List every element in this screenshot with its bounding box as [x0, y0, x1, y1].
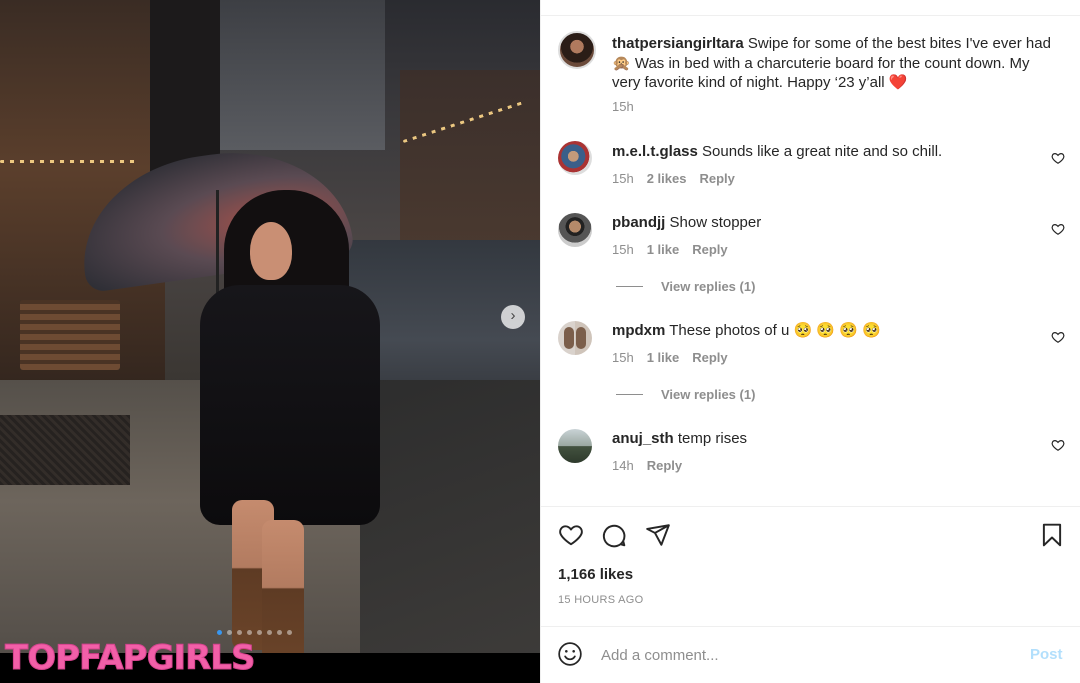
comment-username[interactable]: pbandjj: [612, 214, 665, 231]
heart-icon[interactable]: [1051, 222, 1065, 236]
photo-sky: [215, 0, 385, 150]
comment-time[interactable]: 14h: [612, 458, 634, 473]
comment: pbandjj Show stopper: [612, 213, 1052, 233]
carousel-indicator: [217, 630, 292, 635]
next-photo-button[interactable]: ›: [501, 305, 525, 329]
photo-face: [250, 222, 292, 280]
post-caption: thatpersiangirltara Swipe for some of th…: [612, 34, 1052, 93]
view-replies-button[interactable]: View replies (1): [616, 279, 755, 294]
carousel-dot: [267, 630, 272, 635]
watermark-text: TOPFAPGIRLS: [4, 638, 255, 679]
carousel-dot: [257, 630, 262, 635]
comment: mpdxm These photos of u 🥺 🥺 🥺 🥺: [612, 321, 1052, 341]
view-replies-label[interactable]: View replies (1): [661, 387, 755, 402]
emoji-icon[interactable]: [557, 641, 583, 667]
comment-icon[interactable]: [601, 522, 627, 548]
comment-text: Sounds like a great nite and so chill.: [702, 143, 943, 160]
carousel-dot: [277, 630, 282, 635]
comment-input[interactable]: [601, 643, 1001, 667]
view-replies-label[interactable]: View replies (1): [661, 279, 755, 294]
photo-leg: [262, 520, 304, 670]
comment-time[interactable]: 15h: [612, 171, 634, 186]
chevron-right-icon: ›: [510, 307, 516, 324]
heart-icon[interactable]: [1051, 438, 1065, 452]
avatar[interactable]: [558, 213, 592, 247]
reply-button[interactable]: Reply: [699, 171, 734, 186]
view-replies-line: [616, 394, 643, 395]
view-replies-button[interactable]: View replies (1): [616, 387, 755, 402]
send-icon[interactable]: [645, 522, 671, 548]
comment-text: These photos of u 🥺 🥺 🥺 🥺: [669, 322, 881, 339]
actions-divider: [541, 506, 1080, 507]
caption-username[interactable]: thatpersiangirltara: [612, 35, 744, 52]
comment: anuj_sth temp rises: [612, 429, 1052, 449]
comment-text: Show stopper: [669, 214, 762, 231]
carousel-dot: [287, 630, 292, 635]
photo-dress: [200, 285, 380, 525]
like-count[interactable]: 1,166 likes: [558, 566, 633, 583]
reply-button[interactable]: Reply: [692, 242, 727, 257]
photo-mat: [0, 415, 130, 485]
reply-button[interactable]: Reply: [647, 458, 682, 473]
comment-time[interactable]: 15h: [612, 242, 634, 257]
reply-button[interactable]: Reply: [692, 350, 727, 365]
carousel-dot: [217, 630, 222, 635]
carousel-dot: [237, 630, 242, 635]
comment-meta: 15h 2 likes Reply: [612, 171, 735, 186]
post-timestamp[interactable]: 15 HOURS AGO: [558, 594, 644, 606]
heart-icon[interactable]: [1051, 151, 1065, 165]
view-replies-line: [616, 286, 643, 287]
bookmark-icon[interactable]: [1039, 522, 1065, 548]
comment: m.e.l.t.glass Sounds like a great nite a…: [612, 142, 1052, 162]
comment-likes[interactable]: 1 like: [647, 242, 680, 257]
carousel-dot: [247, 630, 252, 635]
instagram-post: › TOPFAPGIRLS thatpersiangirltara Swipe …: [0, 0, 1080, 683]
post-comment-button[interactable]: Post: [1030, 646, 1063, 663]
string-lights: [0, 160, 140, 163]
carousel-dot: [227, 630, 232, 635]
post-sidebar: thatpersiangirltara Swipe for some of th…: [540, 0, 1080, 683]
avatar[interactable]: [558, 429, 592, 463]
avatar[interactable]: [558, 321, 592, 355]
comment-username[interactable]: m.e.l.t.glass: [612, 143, 698, 160]
comment-meta: 15h 1 like Reply: [612, 350, 728, 365]
heart-icon[interactable]: [558, 522, 584, 548]
header-divider: [541, 15, 1080, 16]
comment-username[interactable]: mpdxm: [612, 322, 665, 339]
avatar[interactable]: [558, 31, 596, 69]
comment-time[interactable]: 15h: [612, 350, 634, 365]
caption-meta: 15h: [612, 99, 634, 114]
comment-text: temp rises: [677, 430, 748, 447]
photo-curb: [360, 380, 540, 683]
caption-time[interactable]: 15h: [612, 99, 634, 114]
add-comment-bar: Post: [541, 627, 1080, 683]
photo-bench: [20, 300, 120, 370]
heart-icon[interactable]: [1051, 330, 1065, 344]
comment-meta: 14h Reply: [612, 458, 682, 473]
comment-meta: 15h 1 like Reply: [612, 242, 728, 257]
post-photo[interactable]: › TOPFAPGIRLS: [0, 0, 540, 683]
avatar[interactable]: [558, 141, 592, 175]
comment-likes[interactable]: 2 likes: [647, 171, 687, 186]
photo-building-right: [400, 70, 540, 260]
comment-username[interactable]: anuj_sth: [612, 430, 674, 447]
comment-likes[interactable]: 1 like: [647, 350, 680, 365]
